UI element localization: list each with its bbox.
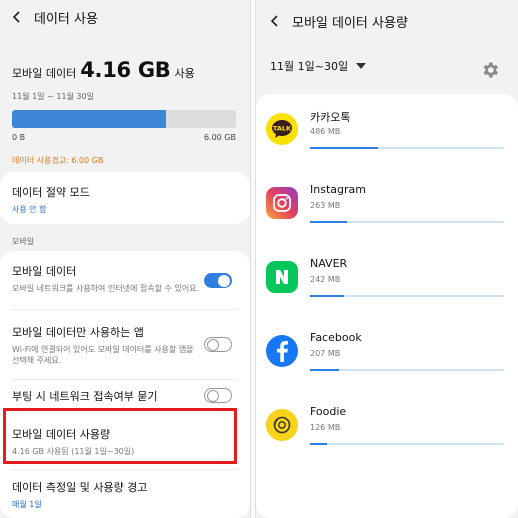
instagram-icon <box>266 187 298 219</box>
mobile-settings-card: 모바일 데이터 모바일 네트워크를 사용하여 인터넷에 접속할 수 있어요. 모… <box>0 251 250 518</box>
mobile-data-row[interactable]: 모바일 데이터 모바일 네트워크를 사용하여 인터넷에 접속할 수 있어요. <box>12 263 202 294</box>
highlight-box <box>3 408 237 464</box>
list-item-foodie[interactable]: Foodie 126 MB <box>256 390 518 464</box>
mobile-only-apps-row[interactable]: 모바일 데이터만 사용하는 앱 Wi-Fi에 연결되어 있어도 모바일 데이터를… <box>12 324 202 366</box>
app-usage-bar <box>310 295 504 297</box>
period-dropdown-label: 11월 1일~30일 <box>270 60 349 73</box>
billing-cycle-row[interactable]: 데이터 측정일 및 사용량 경고 매월 1일 <box>12 479 240 510</box>
app-name: Facebook <box>310 331 362 344</box>
data-usage-screen: 데이터 사용 모바일 데이터 4.16 GB 사용 11월 1일 ~ 11월 3… <box>0 0 250 518</box>
app-size: 207 MB <box>310 349 341 358</box>
app-name: NAVER <box>310 257 348 270</box>
boot-ask-row[interactable]: 부팅 시 네트워크 접속여부 묻기 <box>12 388 202 404</box>
mobile-only-apps-title: 모바일 데이터만 사용하는 앱 <box>12 326 144 339</box>
divider <box>12 469 238 470</box>
facebook-icon <box>266 335 298 367</box>
app-usage-bar <box>310 443 504 445</box>
list-item-kakaotalk[interactable]: TALK 카카오톡 486 MB <box>256 94 518 168</box>
usage-amount: 4.16 GB <box>80 58 171 82</box>
divider <box>12 309 238 310</box>
mobile-data-title: 모바일 데이터 <box>12 265 77 278</box>
back-arrow-icon[interactable] <box>266 12 284 30</box>
app-size: 242 MB <box>310 275 341 284</box>
list-item-instagram[interactable]: Instagram 263 MB <box>256 168 518 242</box>
gear-icon[interactable] <box>480 60 500 84</box>
mobile-only-apps-desc: Wi-Fi에 연결되어 있어도 모바일 데이터를 사용할 앱을 선택해 주세요. <box>12 345 194 365</box>
data-saver-status: 사용 안 함 <box>12 205 47 214</box>
app-usage-bar <box>310 147 504 149</box>
app-usage-fill <box>310 443 328 445</box>
progress-max-label: 6.00 GB <box>203 133 236 142</box>
billing-cycle-sub: 매월 1일 <box>12 500 42 509</box>
app-size: 263 MB <box>310 201 341 210</box>
dropdown-caret-icon <box>356 63 367 69</box>
screenshot-frame: 데이터 사용 모바일 데이터 4.16 GB 사용 11월 1일 ~ 11월 3… <box>0 0 518 518</box>
app-name: Foodie <box>310 405 347 418</box>
app-usage-fill <box>310 295 344 297</box>
mobile-data-toggle[interactable] <box>204 273 232 288</box>
usage-progress-bar <box>12 110 236 128</box>
header: 데이터 사용 <box>0 0 250 34</box>
progress-min-label: 0 B <box>12 133 26 142</box>
mobile-only-apps-toggle[interactable] <box>204 337 232 352</box>
usage-period: 11월 1일 ~ 11월 30일 <box>12 92 94 101</box>
list-item-facebook[interactable]: Facebook 207 MB <box>256 316 518 390</box>
divider <box>12 379 238 380</box>
usage-suffix: 사용 <box>174 67 195 80</box>
header: 모바일 데이터 사용량 <box>256 4 518 38</box>
app-usage-screen: 모바일 데이터 사용량 11월 1일~30일 TALK 카카오톡 486 MB <box>256 0 518 518</box>
billing-cycle-title: 데이터 측정일 및 사용량 경고 <box>12 481 148 494</box>
app-usage-bar <box>310 221 504 223</box>
usage-warning: 데이터 사용경고: 6.00 GB <box>12 156 104 165</box>
section-label-mobile: 모바일 <box>12 237 35 246</box>
app-usage-fill <box>310 369 340 371</box>
usage-progress-fill <box>12 110 166 128</box>
usage-summary: 모바일 데이터 4.16 GB 사용 <box>12 58 195 82</box>
page-title: 모바일 데이터 사용량 <box>292 15 408 31</box>
naver-icon <box>266 261 298 293</box>
boot-ask-toggle[interactable] <box>204 388 232 403</box>
mobile-data-desc: 모바일 네트워크를 사용하여 인터넷에 접속할 수 있어요. <box>12 284 200 293</box>
app-usage-fill <box>310 221 347 223</box>
kakaotalk-icon: TALK <box>266 113 298 145</box>
page-title: 데이터 사용 <box>34 11 98 27</box>
list-item-naver[interactable]: NAVER 242 MB <box>256 242 518 316</box>
data-saver-card[interactable]: 데이터 절약 모드 사용 안 함 <box>0 172 250 224</box>
app-size: 486 MB <box>310 127 341 136</box>
usage-label: 모바일 데이터 <box>12 67 77 80</box>
app-size: 126 MB <box>310 423 341 432</box>
svg-text:TALK: TALK <box>273 125 292 133</box>
app-usage-fill <box>310 147 378 149</box>
boot-ask-title: 부팅 시 네트워크 접속여부 묻기 <box>12 390 158 403</box>
app-usage-bar <box>310 369 504 371</box>
app-name: Instagram <box>310 183 366 196</box>
period-dropdown[interactable]: 11월 1일~30일 <box>270 58 367 74</box>
app-list-card: TALK 카카오톡 486 MB Instagram 263 MB NAVER … <box>256 94 518 518</box>
app-name: 카카오톡 <box>310 111 351 124</box>
foodie-icon <box>266 409 298 441</box>
data-saver-title: 데이터 절약 모드 <box>12 186 90 199</box>
back-arrow-icon[interactable] <box>8 8 26 26</box>
